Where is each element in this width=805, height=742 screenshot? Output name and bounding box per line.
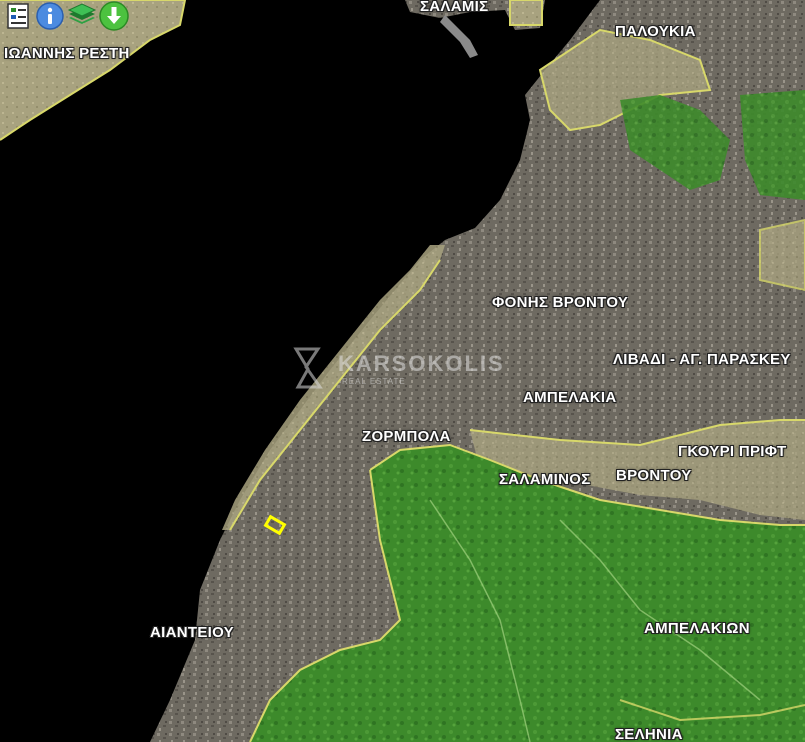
legend-icon <box>7 3 29 29</box>
watermark-logo: KARSOKOLIS REAL ESTATE <box>288 345 528 395</box>
watermark-subtitle: REAL ESTATE <box>342 377 406 386</box>
label-aianteiou: ΑΙΑΝΤΕΙΟΥ <box>150 624 234 641</box>
label-ampelakia: ΑΜΠΕΛΑΚΙΑ <box>523 389 617 406</box>
label-gkouri: ΓΚΟΥΡΙ ΠΡΙΦΤ <box>678 443 787 460</box>
label-paloukia: ΠΑΛΟΥΚΙΑ <box>615 23 696 40</box>
label-salaminos: ΣΑΛΑΜΙΝΟΣ <box>499 471 591 488</box>
legend-button[interactable] <box>3 1 33 31</box>
label-fonis-vrontou: ΦΟΝΗΣ ΒΡΟΝΤΟΥ <box>492 294 629 311</box>
info-icon <box>36 2 64 30</box>
layers-icon <box>67 3 97 24</box>
label-vrontou: ΒΡΟΝΤΟΥ <box>616 467 692 484</box>
watermark-brand: KARSOKOLIS <box>338 351 505 376</box>
download-icon <box>99 1 129 31</box>
map-toolbar <box>0 0 132 32</box>
brand-logo-icon <box>293 347 323 389</box>
label-selinia: ΣΕΛΗΝΙΑ <box>615 726 683 742</box>
label-ioannis-resti: ΙΩΑΝΝΗΣ ΡΕΣΤΗ <box>4 45 130 62</box>
label-livadi: ΛΙΒΑΔΙ - ΑΓ. ΠΑΡΑΣΚΕΥ <box>613 351 791 368</box>
map-view[interactable]: KARSOKOLIS REAL ESTATE ΣΑΛΑΜΙΣ ΙΩΑΝΝΗΣ Ρ… <box>0 0 805 742</box>
label-salamis: ΣΑΛΑΜΙΣ <box>420 0 489 15</box>
label-zormpola: ΖΟΡΜΠΟΛΑ <box>362 428 451 445</box>
info-button[interactable] <box>35 1 65 31</box>
label-ampelakion: ΑΜΠΕΛΑΚΙΩΝ <box>644 620 750 637</box>
layers-button[interactable] <box>67 1 97 31</box>
download-button[interactable] <box>99 1 129 31</box>
